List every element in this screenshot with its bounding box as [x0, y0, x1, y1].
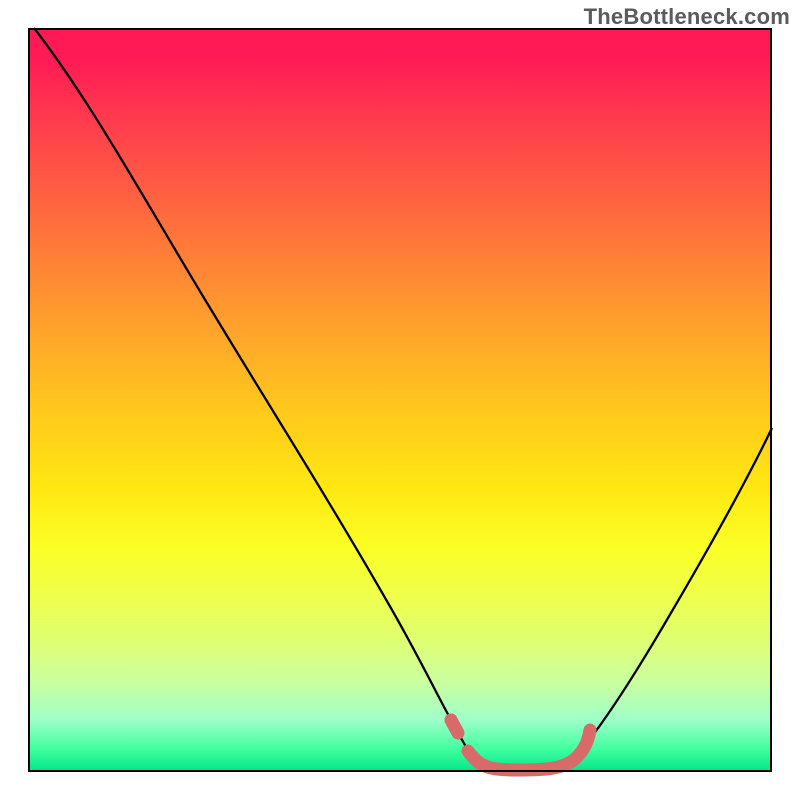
bottleneck-curve: [34, 28, 772, 770]
highlight-segment: [451, 720, 590, 770]
chart-svg: [28, 28, 772, 772]
watermark-text: TheBottleneck.com: [584, 4, 790, 30]
highlight-dot: [445, 714, 458, 727]
chart-frame: TheBottleneck.com: [0, 0, 800, 800]
